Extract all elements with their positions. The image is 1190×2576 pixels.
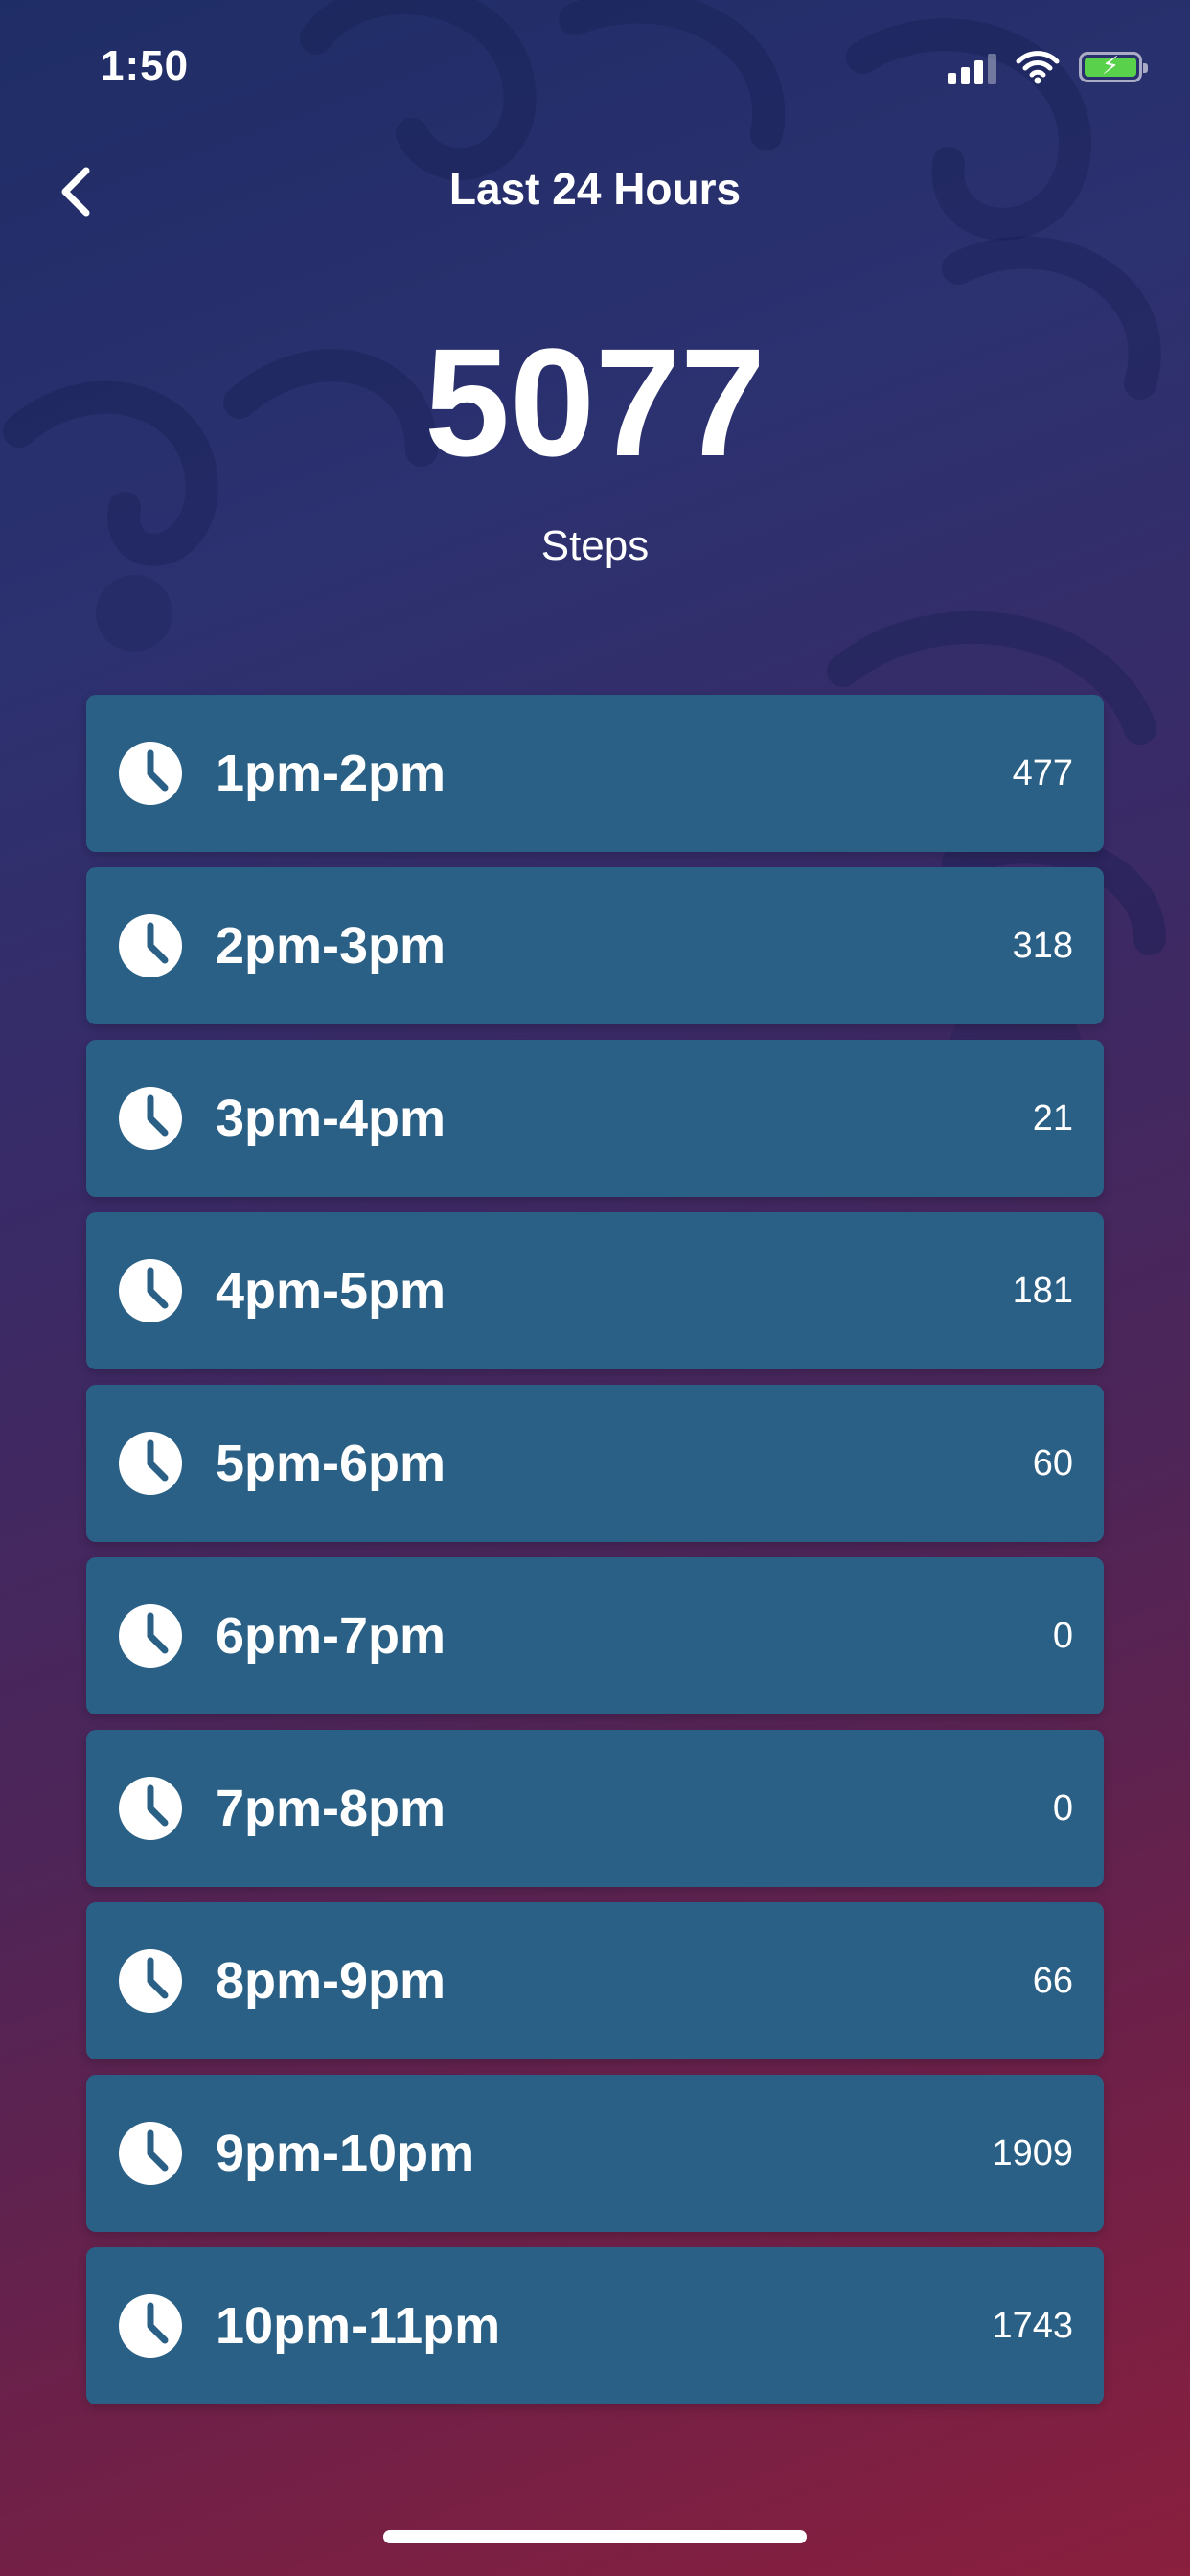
list-item[interactable]: 1pm-2pm 477	[86, 695, 1104, 852]
total-steps-value: 5077	[424, 316, 766, 488]
hour-range-label: 1pm-2pm	[216, 745, 446, 802]
hour-steps-value: 0	[1052, 1616, 1073, 1656]
hour-steps-value: 60	[1032, 1443, 1073, 1484]
hour-steps-value: 1743	[992, 2306, 1073, 2346]
list-item[interactable]: 8pm-9pm 66	[86, 1902, 1104, 2059]
hour-range-label: 6pm-7pm	[216, 1607, 446, 1665]
hour-steps-value: 181	[1012, 1271, 1073, 1311]
hour-range-label: 4pm-5pm	[216, 1262, 446, 1320]
clock-icon	[117, 1430, 184, 1497]
page-title: Last 24 Hours	[448, 164, 742, 214]
clock-icon	[117, 2292, 184, 2359]
list-item[interactable]: 7pm-8pm 0	[86, 1730, 1104, 1887]
hourly-steps-list: 1pm-2pm 477 2pm-3pm 318 3pm-4pm 21 4pm-5pm 181 5…	[86, 695, 1104, 2420]
list-item[interactable]: 4pm-5pm 181	[86, 1212, 1104, 1369]
status-bar: 1:50 ⚡	[0, 0, 1190, 134]
hour-range-label: 9pm-10pm	[216, 2125, 475, 2182]
hour-range-label: 7pm-8pm	[216, 1780, 446, 1837]
clock-icon	[117, 1775, 184, 1842]
hour-range-label: 2pm-3pm	[216, 917, 446, 975]
cellular-signal-icon	[948, 50, 996, 84]
clock-icon	[117, 1257, 184, 1324]
status-time: 1:50	[101, 42, 190, 89]
hour-steps-value: 1909	[992, 2133, 1073, 2174]
clock-icon	[117, 1947, 184, 2014]
clock-icon	[117, 1085, 184, 1152]
hour-range-label: 8pm-9pm	[216, 1952, 446, 2010]
wifi-icon	[1016, 51, 1060, 84]
clock-icon	[117, 740, 184, 807]
list-item[interactable]: 3pm-4pm 21	[86, 1040, 1104, 1197]
list-item[interactable]: 9pm-10pm 1909	[86, 2075, 1104, 2232]
list-item[interactable]: 10pm-11pm 1743	[86, 2247, 1104, 2404]
hour-steps-value: 0	[1052, 1788, 1073, 1828]
list-item[interactable]: 5pm-6pm 60	[86, 1385, 1104, 1542]
hour-steps-value: 477	[1012, 753, 1073, 794]
hour-steps-value: 318	[1012, 926, 1073, 966]
home-indicator[interactable]	[383, 2530, 807, 2543]
status-icons: ⚡	[948, 50, 1148, 84]
clock-icon	[117, 1602, 184, 1669]
hour-range-label: 10pm-11pm	[216, 2297, 501, 2355]
hour-steps-value: 66	[1032, 1961, 1073, 2001]
hour-range-label: 5pm-6pm	[216, 1435, 446, 1492]
clock-icon	[117, 912, 184, 979]
total-steps-label: Steps	[540, 522, 650, 569]
list-item[interactable]: 6pm-7pm 0	[86, 1557, 1104, 1714]
hour-steps-value: 21	[1032, 1098, 1073, 1138]
list-item[interactable]: 2pm-3pm 318	[86, 867, 1104, 1024]
battery-charging-icon: ⚡	[1079, 51, 1148, 82]
hour-range-label: 3pm-4pm	[216, 1090, 446, 1147]
clock-icon	[117, 2120, 184, 2187]
